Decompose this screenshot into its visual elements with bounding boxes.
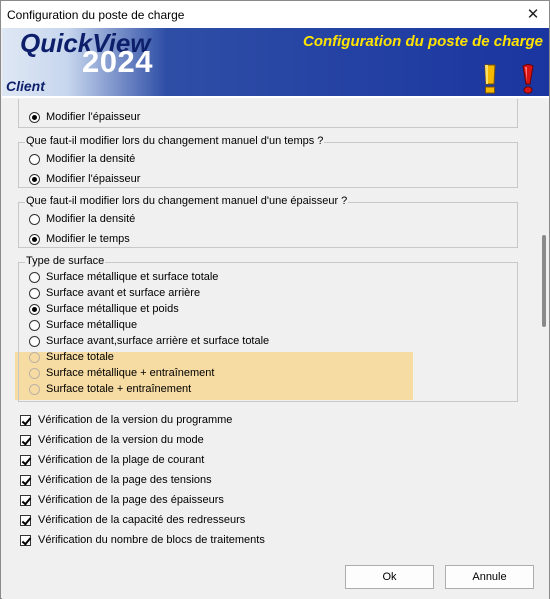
title-bar: Configuration du poste de charge ✕ (1, 1, 549, 28)
radio-option[interactable]: Surface avant,surface arrière et surface… (29, 334, 269, 348)
group-time-change: Que faut-il modifier lors du changement … (18, 135, 518, 188)
radio-option[interactable]: Surface totale (29, 350, 114, 364)
group-caption: Que faut-il modifier lors du changement … (25, 195, 349, 207)
radio-button[interactable] (29, 351, 40, 363)
checkbox-option[interactable]: Vérification de la page des tensions (20, 473, 212, 487)
radio-option[interactable]: Modifier la densité (29, 152, 135, 166)
app-banner: QuickView 2024 Client Configuration du p… (2, 28, 549, 98)
checkbox-label: Vérification de la page des épaisseurs (38, 494, 224, 506)
checkbox-label: Vérification de la version du programme (38, 414, 233, 426)
group-thickness-change: Que faut-il modifier lors du changement … (18, 195, 518, 248)
checkbox-option[interactable]: Vérification de la page des épaisseurs (20, 493, 224, 507)
radio-button[interactable] (29, 303, 40, 315)
radio-option[interactable]: Modifier l'épaisseur (29, 172, 140, 186)
radio-label: Modifier le temps (46, 233, 130, 245)
warning-exclamation-icon (484, 64, 496, 94)
checkbox[interactable] (20, 434, 31, 446)
dialog-window: Configuration du poste de charge ✕ Quick… (0, 0, 550, 599)
radio-button[interactable] (29, 319, 40, 331)
radio-option[interactable]: Modifier l'épaisseur (29, 110, 140, 124)
alert-exclamation-icon (522, 64, 534, 94)
checkbox-option[interactable]: Vérification de la plage de courant (20, 453, 204, 467)
dialog-footer: Ok Annule (2, 556, 549, 599)
radio-label: Modifier l'épaisseur (46, 173, 141, 185)
radio-label: Surface totale + entraînement (46, 383, 192, 395)
radio-button[interactable] (29, 271, 40, 283)
checkbox-option[interactable]: Vérification de la capacité des redresse… (20, 513, 245, 527)
group-top-partial: Modifier l'épaisseur (18, 99, 518, 128)
radio-button[interactable] (29, 153, 40, 165)
brand-year: 2024 (82, 44, 153, 79)
checkbox-label: Vérification de la page des tensions (38, 474, 212, 486)
radio-option[interactable]: Modifier la densité (29, 212, 135, 226)
radio-label: Surface métallique (46, 319, 138, 331)
checkbox-option[interactable]: Vérification de la version du programme (20, 413, 232, 427)
radio-label: Surface métallique et poids (46, 303, 179, 315)
checkbox[interactable] (20, 474, 31, 486)
checkbox[interactable] (20, 514, 31, 526)
scrollbar-thumb[interactable] (542, 235, 546, 327)
checkbox-label: Vérification du nombre de blocs de trait… (38, 534, 265, 546)
radio-option[interactable]: Surface métallique + entraînement (29, 366, 214, 380)
radio-label: Surface totale (46, 351, 114, 363)
radio-button[interactable] (29, 213, 40, 225)
group-surface-type: Type de surface Surface métallique et su… (18, 255, 518, 402)
radio-button[interactable] (29, 383, 40, 395)
radio-label: Modifier l'épaisseur (46, 111, 141, 123)
settings-scroll-area[interactable]: Modifier l'épaisseur Que faut-il modifie… (2, 99, 549, 556)
radio-button[interactable] (29, 233, 40, 245)
radio-label: Modifier la densité (46, 213, 136, 225)
radio-button[interactable] (29, 287, 40, 299)
radio-button[interactable] (29, 335, 40, 347)
checkbox-label: Vérification de la capacité des redresse… (38, 514, 246, 526)
radio-label: Surface avant et surface arrière (46, 287, 201, 299)
radio-button[interactable] (29, 173, 40, 185)
radio-option[interactable]: Surface totale + entraînement (29, 382, 191, 396)
radio-button[interactable] (29, 367, 40, 379)
checkbox-label: Vérification de la plage de courant (38, 454, 205, 466)
checkbox[interactable] (20, 534, 31, 546)
client-label: Client (6, 78, 45, 94)
checkbox-option[interactable]: Vérification du nombre de blocs de trait… (20, 533, 265, 547)
radio-option[interactable]: Surface avant et surface arrière (29, 286, 200, 300)
radio-label: Surface avant,surface arrière et surface… (46, 335, 270, 347)
group-caption: Que faut-il modifier lors du changement … (25, 135, 325, 147)
checkbox[interactable] (20, 454, 31, 466)
checkbox-label: Vérification de la version du mode (38, 434, 204, 446)
vertical-scrollbar[interactable] (539, 99, 549, 556)
checkbox[interactable] (20, 414, 31, 426)
radio-option[interactable]: Surface métallique (29, 318, 137, 332)
checkbox-option[interactable]: Vérification de la version du mode (20, 433, 204, 447)
ok-button[interactable]: Ok (345, 565, 434, 589)
radio-button[interactable] (29, 111, 40, 123)
banner-subtitle: Configuration du poste de charge (302, 33, 543, 50)
group-caption: Type de surface (25, 255, 106, 267)
radio-label: Modifier la densité (46, 153, 136, 165)
checkbox[interactable] (20, 494, 31, 506)
cancel-button[interactable]: Annule (445, 565, 534, 589)
close-icon[interactable]: ✕ (517, 1, 549, 28)
radio-label: Surface métallique et surface totale (46, 271, 219, 283)
radio-option[interactable]: Modifier le temps (29, 232, 130, 246)
radio-option[interactable]: Surface métallique et surface totale (29, 270, 218, 284)
radio-option[interactable]: Surface métallique et poids (29, 302, 179, 316)
radio-label: Surface métallique + entraînement (46, 367, 215, 379)
window-title: Configuration du poste de charge (7, 8, 185, 22)
